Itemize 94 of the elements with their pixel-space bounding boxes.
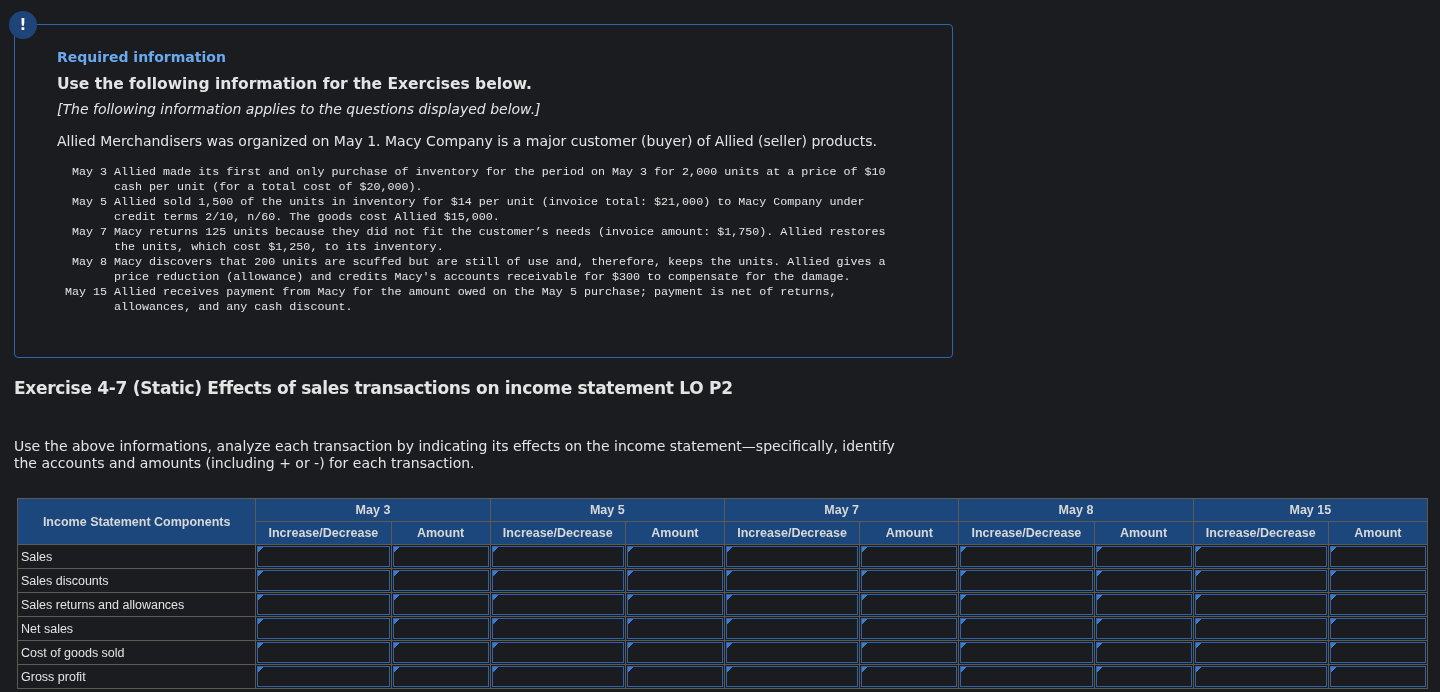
answer-field[interactable] (1095, 546, 1192, 567)
answer-field[interactable] (960, 594, 1093, 615)
date-header: May 3 (255, 498, 491, 522)
answer-field[interactable] (1194, 594, 1327, 615)
alert-badge: ! (9, 11, 37, 39)
answer-field[interactable] (257, 546, 390, 567)
answer-field[interactable] (392, 642, 489, 663)
answer-field[interactable] (1329, 594, 1426, 615)
transaction-text: Allied made its first and only purchase of inventory for the period on May 3 for 2,000 units at a price of $10 cash per unit (for a total cost of $20,000). (113, 165, 887, 195)
transaction-text: Macy discovers that 200 units are scuffed but are still of use and, therefore, keeps the units. Allied gives a price reduction (allowance) and credits Macy's accounts receivable for $300 to compensate for the damage. (113, 255, 887, 285)
answer-field[interactable] (257, 618, 390, 639)
row-label: Sales (17, 544, 256, 569)
row-label: Sales discounts (17, 568, 256, 593)
answer-field[interactable] (257, 570, 390, 591)
answer-field[interactable] (392, 546, 489, 567)
answer-field[interactable] (626, 642, 723, 663)
answer-field[interactable] (1095, 642, 1192, 663)
answer-field[interactable] (726, 570, 859, 591)
answer-field[interactable] (257, 642, 390, 663)
answer-field[interactable] (392, 570, 489, 591)
answer-field[interactable] (1194, 570, 1327, 591)
exercise-title: Exercise 4-7 (Static) Effects of sales transactions on income statement LO P2 (14, 378, 734, 398)
answer-field[interactable] (861, 594, 958, 615)
answer-field[interactable] (392, 594, 489, 615)
answer-field[interactable] (1329, 642, 1426, 663)
date-header: May 5 (490, 498, 725, 522)
answer-field[interactable] (626, 594, 723, 615)
answer-field[interactable] (1095, 666, 1192, 687)
answer-field[interactable] (392, 618, 489, 639)
date-header: May 8 (958, 498, 1194, 522)
transaction-text: Allied sold 1,500 of the units in inventory for $14 per unit (invoice total: $21,000) to Macy Company under credit terms 2/10, n/60. The goods cost Allied $15,000. (113, 195, 866, 225)
intro-text: Allied Merchandisers was organized on May 1. Macy Company is a major customer (buyer) of Allied (seller) products. (57, 133, 879, 149)
answer-field[interactable] (257, 666, 390, 687)
transaction-date: May 7 (70, 225, 108, 241)
answer-field[interactable] (1329, 666, 1426, 687)
answer-field[interactable] (1194, 618, 1327, 639)
date-header: May 15 (1193, 498, 1428, 522)
answer-field[interactable] (726, 546, 859, 567)
answer-field[interactable] (626, 570, 723, 591)
column-header: Increase/Decrease (1193, 521, 1329, 545)
info-title: Use the following information for the Exercises below. (57, 75, 533, 93)
answer-field[interactable] (626, 618, 723, 639)
answer-field[interactable] (1095, 594, 1192, 615)
answer-field[interactable] (626, 666, 723, 687)
answer-field[interactable] (491, 546, 624, 567)
row-label: Net sales (17, 616, 256, 641)
row-label: Sales returns and allowances (17, 592, 256, 617)
answer-field[interactable] (491, 618, 624, 639)
row-label: Gross profit (17, 664, 256, 689)
answer-field[interactable] (491, 666, 624, 687)
row-label: Cost of goods sold (17, 640, 256, 665)
answer-field[interactable] (491, 594, 624, 615)
answer-field[interactable] (861, 666, 958, 687)
answer-field[interactable] (726, 594, 859, 615)
answer-field[interactable] (960, 666, 1093, 687)
transaction-date: May 8 (70, 255, 108, 271)
column-header: Increase/Decrease (958, 521, 1094, 545)
answer-field[interactable] (960, 618, 1093, 639)
column-header: Income Statement Components (17, 498, 256, 545)
answer-field[interactable] (1194, 642, 1327, 663)
answer-field[interactable] (257, 594, 390, 615)
answer-field[interactable] (960, 642, 1093, 663)
answer-field[interactable] (1329, 546, 1426, 567)
answer-field[interactable] (726, 666, 859, 687)
transaction-date: May 3 (70, 165, 108, 181)
section-heading: Required information (57, 49, 227, 65)
answer-field[interactable] (861, 570, 958, 591)
column-header: Increase/Decrease (724, 521, 860, 545)
answer-field[interactable] (960, 546, 1093, 567)
answer-field[interactable] (861, 642, 958, 663)
answer-field[interactable] (1095, 570, 1192, 591)
answer-field[interactable] (1194, 546, 1327, 567)
instructions-text: Use the above informations, analyze each transaction by indicating its effects on the income statement—specifically, identify the accounts and amounts (including + or -) for each transaction. (14, 438, 896, 472)
info-note: [The following information applies to the questions displayed below.] (57, 101, 542, 117)
column-header: Increase/Decrease (490, 521, 626, 545)
answer-field[interactable] (1095, 618, 1192, 639)
answer-field[interactable] (960, 570, 1093, 591)
answer-field[interactable] (491, 570, 624, 591)
answer-field[interactable] (1329, 618, 1426, 639)
transaction-text: Macy returns 125 units because they did not fit the customer’s needs (invoice amount: $1,750). Allied restores the units, which cost $1,250, to its inventory. (113, 225, 887, 255)
answer-field[interactable] (726, 618, 859, 639)
answer-field[interactable] (1194, 666, 1327, 687)
transaction-date: May 5 (70, 195, 108, 211)
answer-field[interactable] (726, 642, 859, 663)
transaction-text: Allied receives payment from Macy for the amount owed on the May 5 purchase; payment is net of returns, allowances, and any cash discount. (113, 285, 838, 315)
transaction-date: May 15 (63, 285, 108, 301)
answer-field[interactable] (861, 546, 958, 567)
answer-field[interactable] (491, 642, 624, 663)
answer-field[interactable] (1329, 570, 1426, 591)
date-header: May 7 (724, 498, 959, 522)
answer-field[interactable] (861, 618, 958, 639)
answer-field[interactable] (626, 546, 723, 567)
column-header: Increase/Decrease (255, 521, 391, 545)
answer-field[interactable] (392, 666, 489, 687)
